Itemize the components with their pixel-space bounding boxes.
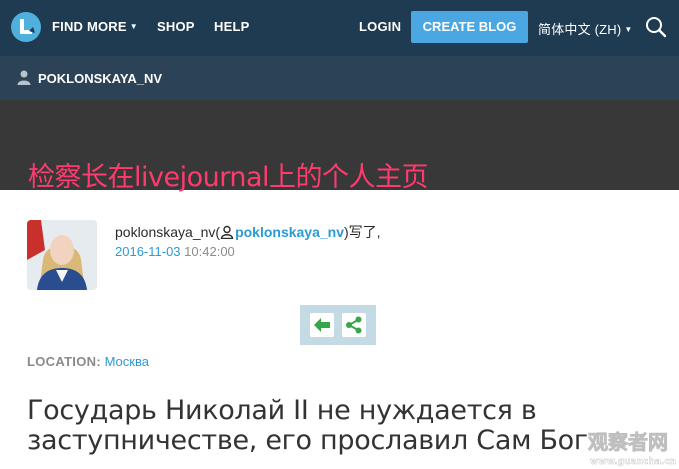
previous-entry-button[interactable] — [310, 313, 334, 337]
journal-user-bar: POKLONSKAYA_NV — [0, 56, 679, 100]
livejournal-logo-icon[interactable] — [11, 12, 41, 42]
author-suffix-text: )写了, — [344, 224, 381, 240]
watermark-url: www.guancha.cn — [590, 457, 676, 467]
author-prefix-text: poklonskaya_nv( — [115, 224, 221, 240]
journal-username-link[interactable]: POKLONSKAYA_NV — [38, 71, 162, 86]
nav-find-more-menu[interactable]: FIND MORE ▼ — [52, 19, 138, 34]
nav-find-more-label: FIND MORE — [52, 19, 127, 34]
chevron-down-icon: ▼ — [624, 25, 633, 34]
search-icon[interactable] — [645, 16, 667, 38]
login-link[interactable]: LOGIN — [359, 19, 401, 34]
journal-header-banner: 检察长在livejournal上的个人主页 — [0, 100, 679, 193]
post-title: Государь Николай II не нуждается в засту… — [27, 395, 588, 456]
watermark-title: 观察者网 — [588, 430, 668, 454]
share-button[interactable] — [342, 313, 366, 337]
site-watermark: 观察者网 www.guancha.cn — [588, 430, 677, 468]
user-icon — [17, 70, 31, 85]
create-blog-button[interactable]: CREATE BLOG — [411, 11, 528, 43]
language-label: 简体中文 (ZH) — [538, 22, 622, 37]
post-author-line: poklonskaya_nv( poklonskaya_nv)写了, — [115, 222, 381, 242]
post-date-link[interactable]: 2016-11-03 — [115, 244, 181, 259]
user-icon — [220, 225, 234, 239]
top-navigation-bar: FIND MORE ▼ SHOP HELP LOGIN CREATE BLOG 简… — [0, 0, 679, 56]
post-time: 10:42:00 — [184, 244, 235, 259]
nav-shop-link[interactable]: SHOP — [157, 19, 195, 34]
chevron-down-icon: ▼ — [129, 22, 138, 31]
author-avatar[interactable] — [27, 220, 97, 290]
arrow-left-icon — [314, 318, 330, 332]
nav-help-link[interactable]: HELP — [214, 19, 249, 34]
location-label: LOCATION: — [27, 354, 101, 369]
share-icon — [346, 316, 362, 334]
author-username-link[interactable]: poklonskaya_nv — [235, 224, 344, 240]
post-location: LOCATION: Москва — [27, 354, 149, 369]
post-datetime: 2016-11-03 10:42:00 — [115, 244, 235, 259]
language-selector[interactable]: 简体中文 (ZH) ▼ — [538, 19, 633, 38]
post-actions-bar — [300, 305, 376, 345]
overlay-caption: 检察长在livejournal上的个人主页 — [28, 162, 429, 193]
location-value-link[interactable]: Москва — [105, 354, 149, 369]
